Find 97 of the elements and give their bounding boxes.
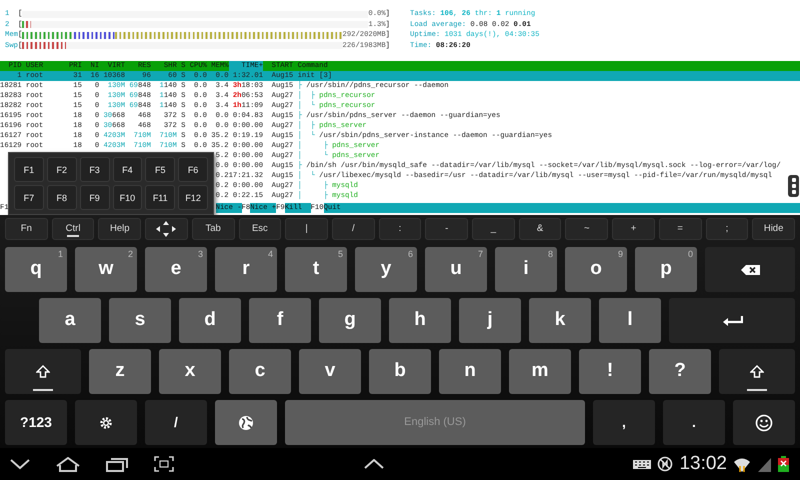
key-hint: 0 [688,248,693,261]
key[interactable]: q 1 [5,247,67,292]
key[interactable]: r 4 [215,247,277,292]
function-key[interactable]: F9 [80,185,110,210]
back-icon[interactable] [10,458,30,470]
battery-icon [777,455,790,473]
key[interactable]: b [369,349,431,394]
enter-icon [722,314,742,326]
key[interactable]: g [319,298,381,343]
home-icon[interactable] [56,456,80,472]
key-hint: 4 [268,248,273,261]
function-key[interactable]: F8 [46,185,77,210]
key[interactable]: h [389,298,451,343]
function-row-key[interactable]: / [332,218,375,240]
recent-apps-icon[interactable] [106,456,128,472]
key[interactable]: k [529,298,591,343]
key[interactable]: c [229,349,291,394]
function-row-key[interactable]: | [285,218,328,240]
signal-icon [757,456,771,472]
function-key[interactable]: F7 [14,185,44,210]
function-key[interactable]: F2 [46,157,77,182]
key[interactable]: ?123 [5,400,67,445]
function-row-key[interactable]: ; [706,218,748,240]
wifi-icon [733,456,751,472]
function-row-key[interactable]: Tab [192,218,235,240]
backspace-icon [740,264,760,276]
key[interactable]: i 8 [495,247,557,292]
function-row-key[interactable]: & [518,218,562,240]
globe-icon [238,414,254,430]
key[interactable]: , [593,400,655,445]
key[interactable]: l [599,298,661,343]
key[interactable]: m [509,349,571,394]
blocked-icon [657,456,674,472]
emoji-key[interactable] [733,400,795,445]
key[interactable]: j [459,298,521,343]
shift-icon [750,365,764,378]
key-hint: 1 [58,248,63,261]
key[interactable]: . [663,400,725,445]
clock-time: 13:02 [679,452,727,476]
function-row-key[interactable]: = [658,218,702,240]
key[interactable]: n [439,349,501,394]
shift-icon [36,365,50,378]
key[interactable]: y 6 [355,247,417,292]
key[interactable]: z [89,349,151,394]
key[interactable]: d [179,298,241,343]
shift-key[interactable] [5,349,81,394]
key-hint: 8 [548,248,553,261]
emoji-icon [755,414,773,432]
function-key[interactable]: F11 [145,185,176,210]
function-row-key[interactable]: + [612,218,655,240]
chevron-up-icon[interactable] [364,459,384,469]
key[interactable]: e 3 [145,247,207,292]
screenshot-icon[interactable] [154,456,174,472]
key[interactable]: ! [579,349,641,394]
settings-key[interactable] [75,400,137,445]
key[interactable]: a [39,298,101,343]
function-key[interactable]: F12 [178,185,208,210]
function-key[interactable]: F10 [112,185,142,210]
arrow-keys-button[interactable] [145,218,188,240]
key[interactable]: t 5 [285,247,347,292]
key-hint: 6 [408,248,413,261]
function-row-key[interactable]: Help [98,218,142,240]
key[interactable]: v [299,349,361,394]
key-hint: 3 [198,248,203,261]
settings-icon [99,416,113,430]
key[interactable]: s [109,298,171,343]
key-hint: 5 [338,248,343,261]
backspace-key[interactable] [705,247,795,292]
function-key[interactable]: F1 [14,157,44,182]
key[interactable]: p 0 [635,247,697,292]
function-key[interactable]: F4 [112,157,142,182]
function-key[interactable]: F3 [80,157,110,182]
function-row-key[interactable]: - [425,218,468,240]
key[interactable]: x [159,349,221,394]
function-row-key[interactable]: Esc [238,218,282,240]
key[interactable]: ? [649,349,711,394]
key-hint: 2 [128,248,133,261]
shift-key[interactable] [719,349,795,394]
key-hint: 7 [478,248,483,261]
key-hint: 9 [618,248,623,261]
key[interactable]: u 7 [425,247,487,292]
function-key[interactable]: F5 [145,157,176,182]
function-row-key[interactable]: Fn [5,218,48,240]
function-key[interactable]: F6 [178,157,208,182]
function-row-key[interactable]: ~ [565,218,608,240]
key[interactable]: / [145,400,207,445]
key[interactable]: w 2 [75,247,137,292]
function-row-key[interactable]: Ctrl [52,218,94,240]
function-row-key[interactable]: Hide [752,218,795,240]
function-row-key[interactable]: : [378,218,422,240]
function-row-key[interactable]: _ [472,218,515,240]
key[interactable]: f [249,298,311,343]
key[interactable]: o 9 [565,247,627,292]
overflow-menu-icon[interactable] [788,175,799,197]
language-key[interactable] [215,400,277,445]
keyboard-icon [633,458,652,470]
arrows-icon [155,220,178,238]
